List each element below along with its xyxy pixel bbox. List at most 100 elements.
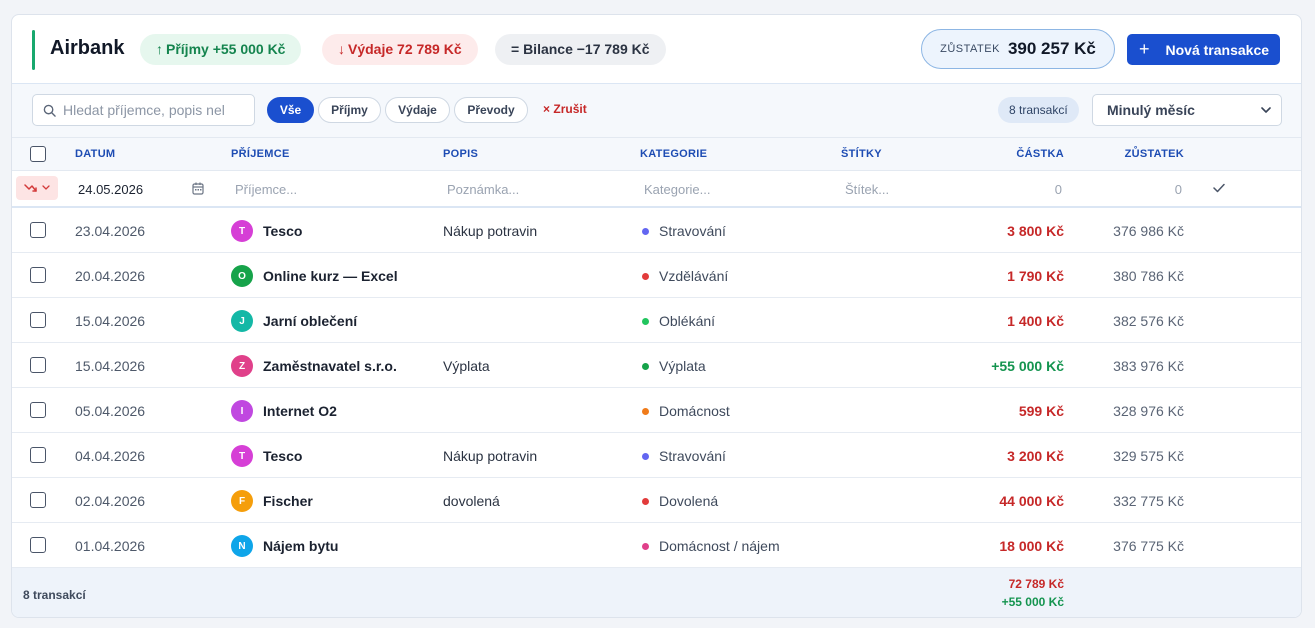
transactions-card: Airbank ↑ Příjmy +55 000 Kč ↓ Výdaje 72 78… <box>11 14 1302 618</box>
table-footer: 8 transakcí 72 789 Kč +55 000 Kč <box>12 568 1301 617</box>
clear-filters-button[interactable]: × Zrušit <box>543 102 587 116</box>
search-input[interactable] <box>63 102 243 118</box>
row-payee-name: Tesco <box>263 223 303 239</box>
row-checkbox[interactable] <box>30 312 46 328</box>
row-category: Vzdělávání <box>642 268 728 284</box>
avatar: F <box>231 490 253 512</box>
avatar: J <box>231 310 253 332</box>
row-description: dovolená <box>443 493 500 509</box>
entry-balance-input[interactable] <box>1102 177 1182 201</box>
table-row[interactable]: 05.04.2026 I Internet O2 Domácnost 599 Kč 328… <box>12 388 1301 433</box>
row-category-label: Domácnost / nájem <box>659 538 780 554</box>
expense-summary-label: Výdaje 72 789 Kč <box>348 41 462 57</box>
new-transaction-button[interactable]: + Nová transakce <box>1127 34 1280 65</box>
header: Airbank ↑ Příjmy +55 000 Kč ↓ Výdaje 72 78… <box>12 15 1301 84</box>
row-checkbox[interactable] <box>30 537 46 553</box>
row-amount: 599 Kč <box>1018 403 1064 419</box>
select-all-checkbox[interactable] <box>30 146 46 162</box>
avatar: Z <box>231 355 253 377</box>
period-select[interactable]: Minulý měsíc <box>1092 94 1282 126</box>
entry-amount-input[interactable] <box>982 177 1062 201</box>
row-checkbox[interactable] <box>30 447 46 463</box>
filter-tab-expense[interactable]: Výdaje <box>385 97 450 123</box>
row-checkbox[interactable] <box>30 402 46 418</box>
new-transaction-label: Nová transakce <box>1165 41 1270 58</box>
transaction-count-badge: 8 transakcí <box>998 97 1079 123</box>
column-amount[interactable]: ČÁSTKA <box>1016 148 1064 160</box>
row-payee: N Nájem bytu <box>231 535 338 557</box>
close-icon: × <box>543 102 551 116</box>
avatar: T <box>231 220 253 242</box>
row-checkbox[interactable] <box>30 222 46 238</box>
table-row[interactable]: 01.04.2026 N Nájem bytu Domácnost / nájem 18… <box>12 523 1301 568</box>
row-amount: 18 000 Kč <box>999 538 1064 554</box>
row-payee: I Internet O2 <box>231 400 337 422</box>
plus-icon: + <box>1139 39 1150 59</box>
row-amount: 3 800 Kč <box>1007 223 1064 239</box>
row-category-label: Oblékání <box>659 313 716 329</box>
row-payee-name: Fischer <box>263 493 313 509</box>
accent-bar <box>32 30 35 70</box>
arrow-up-icon: ↑ <box>156 41 163 57</box>
entry-payee-input[interactable] <box>235 177 425 201</box>
table-row[interactable]: 23.04.2026 T Tesco Nákup potravin Stravování… <box>12 208 1301 253</box>
row-category: Stravování <box>642 223 726 239</box>
filter-tab-income[interactable]: Příjmy <box>318 97 381 123</box>
account-balance-label: ZŮSTATEK <box>940 43 1000 55</box>
row-amount: 1 790 Kč <box>1007 268 1064 284</box>
row-balance: 332 775 Kč <box>1113 493 1184 509</box>
row-payee: F Fischer <box>231 490 313 512</box>
row-balance: 376 775 Kč <box>1113 538 1184 554</box>
table-row[interactable]: 15.04.2026 Z Zaměstnavatel s.r.o. Výplata Vý… <box>12 343 1301 388</box>
column-date[interactable]: DATUM <box>75 148 115 160</box>
category-dot <box>642 542 649 550</box>
avatar: N <box>231 535 253 557</box>
app-title: Airbank <box>50 37 125 59</box>
row-description: Výplata <box>443 358 490 374</box>
row-category-label: Domácnost <box>659 403 730 419</box>
balance-summary-pill[interactable]: = Bilance −17 789 Kč <box>495 34 666 65</box>
search-box <box>32 94 255 126</box>
income-summary-pill[interactable]: ↑ Příjmy +55 000 Kč <box>140 34 302 65</box>
trend-down-icon <box>24 184 37 192</box>
row-balance: 329 575 Kč <box>1113 448 1184 464</box>
row-checkbox[interactable] <box>30 492 46 508</box>
chevron-down-icon <box>1261 106 1271 113</box>
category-dot <box>642 227 649 235</box>
column-payee[interactable]: PŘÍJEMCE <box>231 148 290 160</box>
row-amount: 44 000 Kč <box>999 493 1064 509</box>
row-date: 01.04.2026 <box>75 538 146 554</box>
row-balance: 376 986 Kč <box>1113 223 1184 239</box>
calendar-icon[interactable] <box>192 182 204 195</box>
expense-summary-pill[interactable]: ↓ Výdaje 72 789 Kč <box>322 34 478 65</box>
filter-tab-transfers[interactable]: Převody <box>454 97 528 123</box>
row-balance: 328 976 Kč <box>1113 403 1184 419</box>
row-payee-name: Zaměstnavatel s.r.o. <box>263 358 397 374</box>
transaction-type-toggle[interactable] <box>16 176 58 200</box>
footer-total-income: +55 000 Kč <box>1001 595 1064 609</box>
category-dot <box>642 362 649 370</box>
column-description[interactable]: POPIS <box>443 148 478 160</box>
period-select-value: Minulý měsíc <box>1107 102 1195 118</box>
table-row[interactable]: 20.04.2026 O Online kurz — Excel Vzdělávání… <box>12 253 1301 298</box>
column-category[interactable]: KATEGORIE <box>640 148 707 160</box>
column-tags[interactable]: ŠTÍTKY <box>841 148 882 160</box>
table-row[interactable]: 04.04.2026 T Tesco Nákup potravin Stravování… <box>12 433 1301 478</box>
entry-tag-input[interactable] <box>845 177 975 201</box>
table-row[interactable]: 15.04.2026 J Jarní oblečení Oblékání 1 400 K… <box>12 298 1301 343</box>
row-checkbox[interactable] <box>30 357 46 373</box>
column-balance[interactable]: ZŮSTATEK <box>1125 148 1184 160</box>
entry-note-input[interactable] <box>447 177 627 201</box>
row-checkbox[interactable] <box>30 267 46 283</box>
table-row[interactable]: 02.04.2026 F Fischer dovolená Dovolená 44 000… <box>12 478 1301 523</box>
row-category: Domácnost / nájem <box>642 538 780 554</box>
filter-tab-all[interactable]: Vše <box>267 97 314 123</box>
clear-filters-label: Zrušit <box>553 102 587 116</box>
row-category: Stravování <box>642 448 726 464</box>
entry-date-input[interactable] <box>78 177 188 201</box>
row-date: 02.04.2026 <box>75 493 146 509</box>
row-balance: 383 976 Kč <box>1113 358 1184 374</box>
entry-category-input[interactable] <box>644 177 824 201</box>
check-icon[interactable] <box>1213 183 1225 193</box>
footer-count: 8 transakcí <box>23 588 86 602</box>
